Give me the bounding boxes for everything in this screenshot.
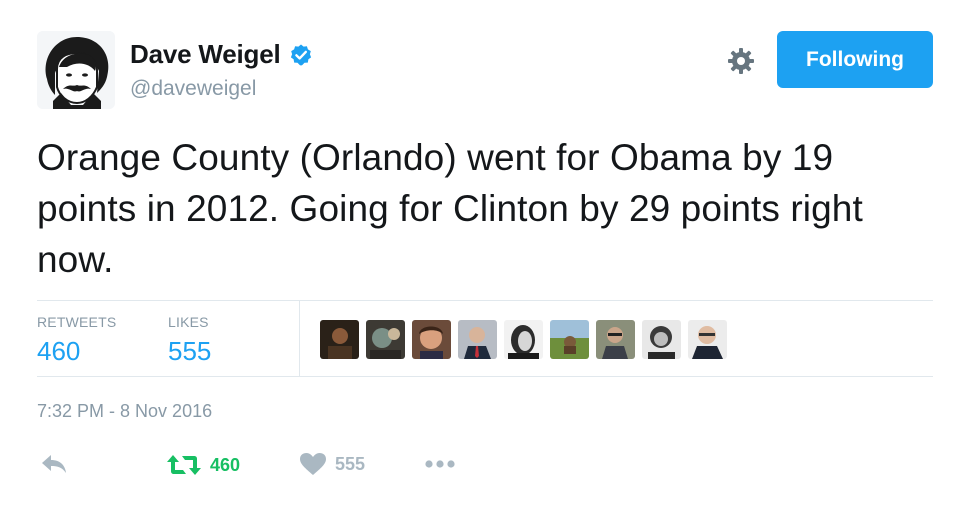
like-button[interactable]: 555 (299, 452, 365, 476)
likes-count: 555 (168, 336, 212, 366)
author-name[interactable]: Dave Weigel (130, 39, 281, 70)
author-avatar[interactable] (37, 31, 115, 109)
stats-vertical-divider (299, 301, 300, 376)
liker-avatar[interactable] (504, 320, 543, 359)
liker-avatar[interactable] (688, 320, 727, 359)
retweets-stat[interactable]: RETWEETS 460 (37, 314, 116, 367)
following-button[interactable]: Following (777, 31, 933, 88)
tweet-text: Orange County (Orlando) went for Obama b… (37, 137, 863, 280)
stats-top-divider (37, 300, 933, 301)
retweets-count: 460 (37, 336, 81, 366)
liker-avatars (320, 320, 727, 359)
likes-stat[interactable]: LIKES 555 (168, 314, 211, 367)
stats-bottom-divider (37, 376, 933, 377)
retweet-button[interactable]: 460 (166, 452, 240, 478)
more-icon (425, 460, 455, 468)
liker-avatar[interactable] (412, 320, 451, 359)
heart-icon (300, 453, 326, 475)
reply-icon (42, 455, 66, 473)
liker-avatar[interactable] (458, 320, 497, 359)
author-avatar-image (37, 31, 115, 109)
like-action-count: 555 (335, 453, 366, 474)
author-handle[interactable]: @daveweigel (130, 77, 256, 101)
retweets-label: RETWEETS (37, 314, 117, 330)
more-button[interactable] (424, 452, 456, 476)
liker-avatar[interactable] (550, 320, 589, 359)
liker-avatar[interactable] (596, 320, 635, 359)
tweet-timestamp[interactable]: 7:32 PM - 8 Nov 2016 (37, 401, 212, 422)
liker-avatar[interactable] (642, 320, 681, 359)
gear-icon[interactable] (726, 46, 756, 76)
retweet-action-count: 460 (210, 454, 241, 475)
liker-avatar[interactable] (366, 320, 405, 359)
liker-avatar[interactable] (320, 320, 359, 359)
author-name-row: Dave Weigel (130, 39, 313, 70)
verified-badge-icon (290, 44, 311, 65)
retweet-icon (167, 455, 201, 475)
likes-label: LIKES (168, 314, 209, 330)
reply-button[interactable] (40, 452, 68, 476)
